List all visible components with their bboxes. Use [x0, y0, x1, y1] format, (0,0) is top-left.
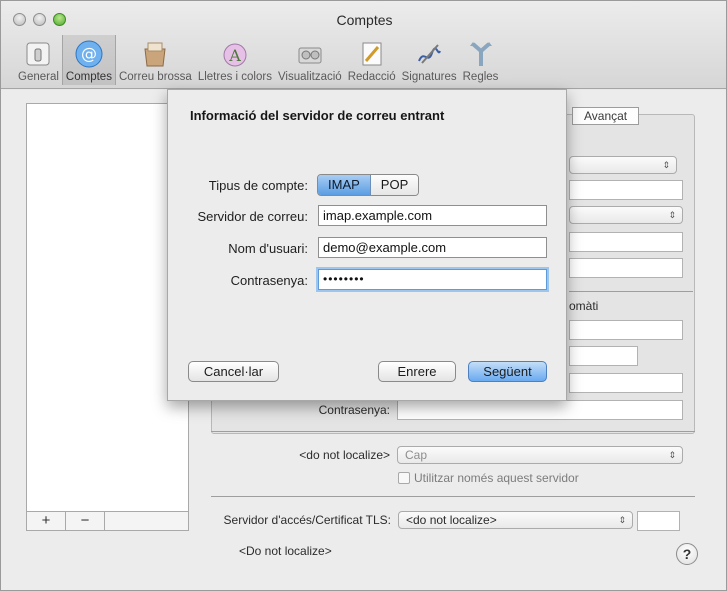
svg-text:A: A	[228, 46, 241, 65]
tab-advanced[interactable]: Avançat	[572, 107, 640, 125]
password-field-bg[interactable]	[397, 400, 683, 420]
password-label: Contrasenya:	[230, 273, 308, 288]
account-type-segmented-control: IMAP POP	[317, 174, 420, 196]
only-server-checkbox[interactable]	[398, 472, 410, 484]
fonts-colors-icon: A	[220, 39, 250, 69]
tool-fonts[interactable]: A Lletres i colors	[195, 35, 275, 85]
tool-label: Regles	[462, 71, 499, 83]
segment-pop[interactable]: POP	[370, 175, 419, 195]
auto-detect-fragment: omàti	[569, 299, 599, 313]
settings-tabs: Avançat	[572, 107, 640, 125]
tool-label: General	[18, 71, 59, 83]
bg-field-5[interactable]	[569, 320, 683, 340]
tool-junk[interactable]: Correu brossa	[116, 35, 195, 85]
account-type-popup-bg[interactable]: ⇕	[569, 156, 677, 174]
bg-field-6[interactable]	[569, 346, 638, 366]
add-account-button[interactable]: +	[27, 512, 66, 530]
bg-field-4[interactable]	[569, 258, 683, 278]
back-button[interactable]: Enrere	[378, 361, 456, 382]
bg-field-3[interactable]	[569, 232, 683, 252]
at-sign-icon: @	[74, 39, 104, 69]
account-type-label: Tipus de compte:	[208, 178, 308, 193]
svg-text:@: @	[81, 44, 97, 63]
auth-value: Cap	[405, 448, 428, 462]
password-field[interactable]: ••••••••	[318, 269, 547, 290]
only-server-label: Utilitzar només aquest servidor	[414, 471, 579, 485]
rules-icon	[466, 39, 496, 69]
tool-signatures[interactable]: Signatures	[399, 35, 460, 85]
tool-label: Comptes	[65, 71, 112, 83]
accounts-list[interactable]	[26, 103, 189, 517]
tls-certificate-label: Servidor d'accés/Certificat TLS:	[223, 513, 391, 527]
separator	[569, 291, 693, 292]
separator	[211, 431, 695, 432]
viewing-icon	[295, 39, 325, 69]
tool-viewing[interactable]: Visualització	[275, 35, 345, 85]
tool-label: Signatures	[401, 71, 457, 83]
cancel-button[interactable]: Cancel·lar	[188, 361, 279, 382]
bg-field-7[interactable]	[569, 373, 683, 393]
accounts-list-buttons: + −	[26, 511, 189, 531]
bg-field-8[interactable]	[637, 511, 680, 531]
tls-certificate-popup[interactable]: <do not localize> ⇕	[398, 511, 633, 529]
separator	[211, 496, 695, 497]
tool-label: Visualització	[277, 71, 342, 83]
tool-rules[interactable]: Regles	[460, 35, 502, 85]
password-label-bg: Contrasenya:	[318, 403, 390, 417]
next-button[interactable]: Següent	[468, 361, 547, 382]
tool-label: Lletres i colors	[197, 71, 272, 83]
remove-account-button[interactable]: −	[66, 512, 105, 530]
tool-accounts[interactable]: @ Comptes	[61, 35, 116, 85]
bg-popup-2[interactable]: ⇕	[569, 206, 683, 224]
bg-field-1[interactable]	[569, 180, 683, 200]
junk-mail-icon	[140, 39, 170, 69]
composing-icon	[357, 39, 387, 69]
incoming-server-sheet: Informació del servidor de correu entran…	[167, 89, 567, 401]
username-field[interactable]: demo@example.com	[318, 237, 547, 258]
signatures-icon	[414, 39, 444, 69]
title-bar: Comptes General @ Comptes Correu brossa	[1, 1, 726, 89]
tool-general[interactable]: General	[15, 35, 62, 85]
help-button[interactable]: ?	[676, 543, 698, 565]
username-label: Nom d'usuari:	[228, 241, 308, 256]
auth-popup[interactable]: Cap ⇕	[397, 446, 683, 464]
sheet-title: Informació del servidor de correu entran…	[190, 108, 445, 123]
tool-label: Redacció	[347, 71, 396, 83]
preferences-toolbar: General @ Comptes Correu brossa A Lletre…	[15, 35, 501, 87]
tls-certificate-value: <do not localize>	[406, 513, 497, 527]
tool-label: Correu brossa	[118, 71, 192, 83]
mail-server-label: Servidor de correu:	[197, 209, 308, 224]
mail-server-field[interactable]: imap.example.com	[318, 205, 547, 226]
general-switch-icon	[23, 39, 53, 69]
auth-label: <do not localize>	[299, 448, 390, 462]
footer-label: <Do not localize>	[239, 544, 332, 558]
segment-imap[interactable]: IMAP	[318, 175, 371, 195]
tool-composing[interactable]: Redacció	[345, 35, 399, 85]
window-title: Comptes	[336, 12, 393, 28]
